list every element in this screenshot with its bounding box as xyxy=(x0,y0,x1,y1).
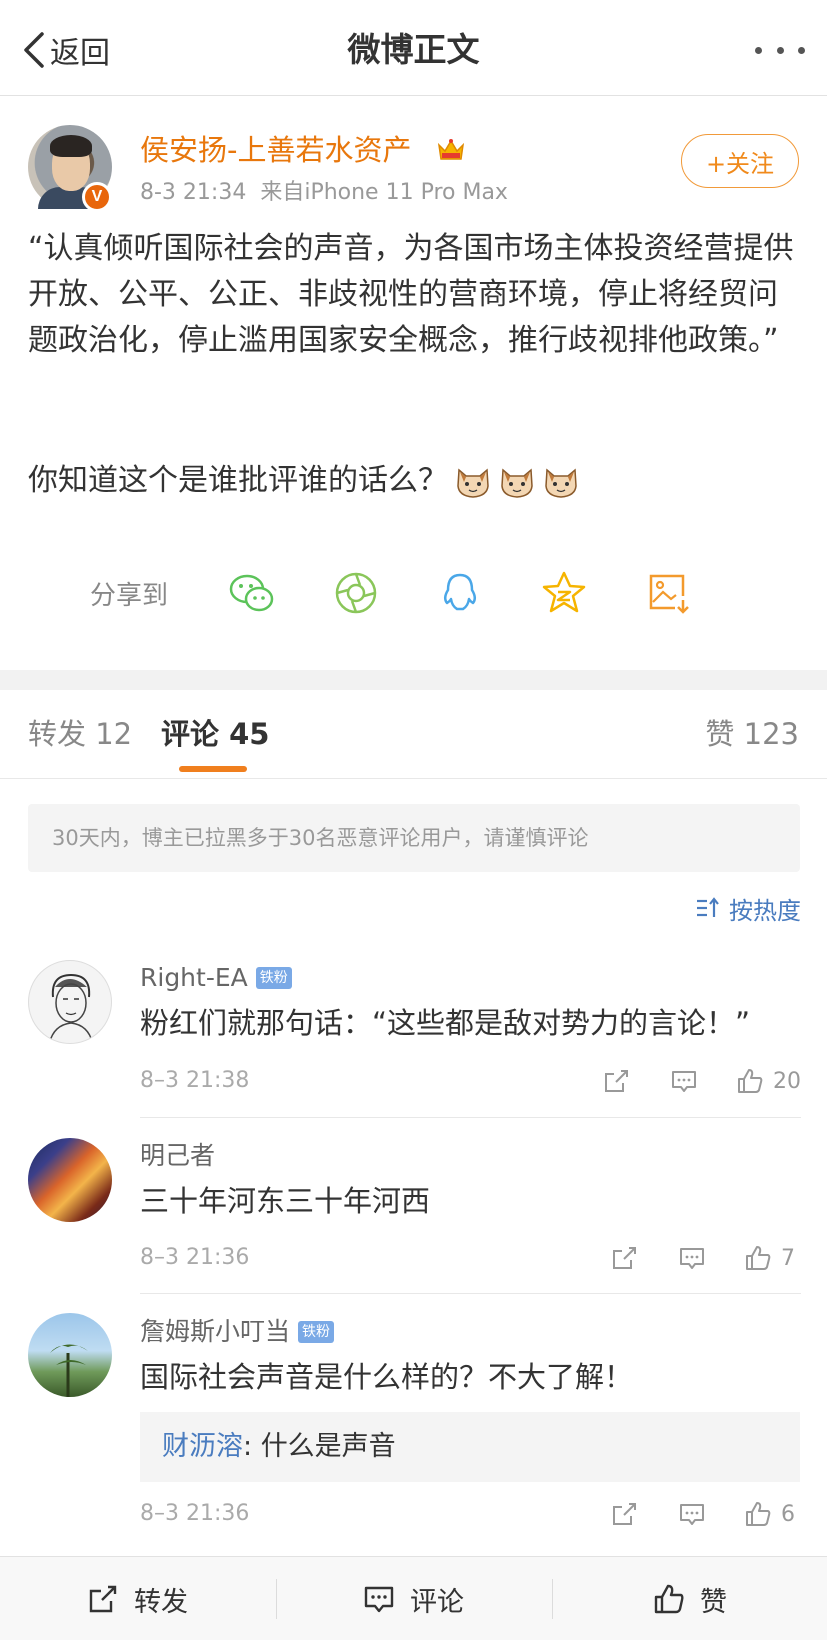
comment-avatar[interactable] xyxy=(28,1313,112,1397)
comment-user: 明己者 xyxy=(140,1141,216,1170)
cat-emoji-icon xyxy=(501,468,533,498)
post-question: 你知道这个是谁批评谁的话么？ xyxy=(28,458,580,504)
comment-user: 詹姆斯小叮当 xyxy=(140,1317,291,1346)
reply-preview[interactable]: 财沥溶: 什么是声音 xyxy=(140,1412,800,1482)
post-meta: 8-3 21:34 来自iPhone 11 Pro Max xyxy=(140,178,508,208)
follow-label: +关注 xyxy=(705,149,775,178)
like-icon[interactable] xyxy=(743,1243,773,1273)
qq-icon[interactable] xyxy=(435,568,485,618)
comment-time: 8–3 21:36 xyxy=(140,1245,250,1270)
post-source: 来自iPhone 11 Pro Max xyxy=(260,180,508,205)
cat-emoji-icon xyxy=(457,468,489,498)
nav-bar: 返回 微博正文 xyxy=(0,0,827,96)
share-icon[interactable] xyxy=(601,1066,631,1096)
tab-repost-count: 12 xyxy=(95,717,133,751)
tree-landscape-icon xyxy=(50,1344,88,1397)
comment-like-count: 7 xyxy=(781,1245,795,1271)
repost-label: 转发 xyxy=(134,1586,188,1618)
comment-avatar[interactable] xyxy=(28,1138,112,1222)
follow-button[interactable]: +关注 xyxy=(681,134,799,188)
comment-icon[interactable] xyxy=(677,1243,707,1273)
save-image-icon[interactable] xyxy=(643,568,693,618)
bottom-bar-divider xyxy=(552,1579,553,1619)
comment-notice: 30天内，博主已拉黑多于30名恶意评论用户，请谨慎评论 xyxy=(28,804,800,872)
comment-actions: 6 xyxy=(609,1496,801,1532)
fan-badge: 铁粉 xyxy=(255,967,292,989)
comment-divider xyxy=(140,1117,801,1118)
comment-label: 评论 xyxy=(410,1586,464,1618)
sketch-portrait-icon xyxy=(48,973,94,1043)
comment-like-count: 6 xyxy=(781,1501,795,1527)
bottom-bar-divider xyxy=(276,1579,277,1619)
like-icon xyxy=(654,1584,684,1614)
comment-username[interactable]: 明己者 xyxy=(140,1139,215,1173)
cat-emoji-icon xyxy=(545,468,577,498)
reply-username[interactable]: 财沥溶 xyxy=(162,1431,243,1462)
comment-actions: 20 xyxy=(601,1063,801,1099)
like-icon[interactable] xyxy=(735,1066,765,1096)
share-icon[interactable] xyxy=(609,1243,639,1273)
comment-icon[interactable] xyxy=(677,1499,707,1529)
comment-username[interactable]: Right-EA 铁粉 xyxy=(140,961,292,995)
sort-icon xyxy=(697,897,719,917)
repost-icon xyxy=(89,1585,117,1613)
comment-divider xyxy=(140,1293,801,1294)
comment-like-count: 20 xyxy=(773,1068,801,1094)
share-label: 分享到 xyxy=(90,580,169,611)
page-title: 微博正文 xyxy=(347,30,480,69)
tab-comment-label: 评论 xyxy=(161,717,220,751)
sort-button[interactable]: 按热度 xyxy=(695,890,801,926)
comment-time: 8–3 21:38 xyxy=(140,1068,250,1093)
more-icon[interactable] xyxy=(755,38,805,62)
reply-separator: : xyxy=(243,1431,261,1462)
tabs-divider xyxy=(0,778,827,779)
section-divider xyxy=(0,670,827,690)
tab-like-label: 赞 xyxy=(705,717,735,751)
share-icon[interactable] xyxy=(609,1499,639,1529)
tab-comment[interactable]: 评论 45 xyxy=(161,712,269,756)
qzone-icon[interactable] xyxy=(539,568,589,618)
comment-time: 8–3 21:36 xyxy=(140,1501,250,1526)
repost-button[interactable]: 转发 xyxy=(86,1557,188,1640)
comment-icon[interactable] xyxy=(669,1066,699,1096)
tab-like-count: 123 xyxy=(743,717,799,751)
share-row: 分享到 xyxy=(90,568,730,618)
verified-badge-icon: V xyxy=(82,182,112,212)
crown-icon xyxy=(437,139,465,160)
tab-repost[interactable]: 转发 12 xyxy=(28,712,132,756)
bottom-action-bar: 转发 评论 赞 xyxy=(0,1556,827,1640)
tab-repost-label: 转发 xyxy=(28,717,87,751)
moments-icon[interactable] xyxy=(331,568,381,618)
comment-text: 国际社会声音是什么样的？不大了解！ xyxy=(140,1360,634,1394)
comment-user: Right-EA xyxy=(140,963,248,992)
active-tab-indicator xyxy=(179,766,247,772)
comment-username[interactable]: 詹姆斯小叮当 铁粉 xyxy=(140,1315,335,1349)
like-icon[interactable] xyxy=(743,1499,773,1529)
comment-avatar[interactable] xyxy=(28,960,112,1044)
comment-actions: 7 xyxy=(609,1240,801,1276)
comment-icon xyxy=(364,1586,394,1613)
author-name[interactable]: 侯安扬-上善若水资产 xyxy=(140,130,411,170)
reply-text: 什么是声音 xyxy=(260,1431,396,1462)
like-button[interactable]: 赞 xyxy=(652,1557,727,1640)
post-body: “认真倾听国际社会的声音，为各国市场主体投资经营提供开放、公平、公正、非歧视性的… xyxy=(28,231,794,358)
weibo-post-page: 返回 微博正文 V 侯安扬-上善若水资产 8-3 21:34 来自iPhone … xyxy=(0,0,827,1640)
post-time: 8-3 21:34 xyxy=(140,180,247,205)
comment-text: 粉红们就那句话：“这些都是敌对势力的言论！” xyxy=(140,1006,751,1040)
comment-button[interactable]: 评论 xyxy=(362,1557,464,1640)
post-question-text: 你知道这个是谁批评谁的话么？ xyxy=(28,463,448,498)
sort-label: 按热度 xyxy=(729,896,801,925)
like-label: 赞 xyxy=(700,1586,727,1618)
tab-like[interactable]: 赞 123 xyxy=(705,712,799,756)
tab-comment-count: 45 xyxy=(229,717,270,751)
comment-text: 三十年河东三十年河西 xyxy=(140,1184,431,1218)
wechat-icon[interactable] xyxy=(227,568,277,618)
fan-badge: 铁粉 xyxy=(298,1321,335,1343)
